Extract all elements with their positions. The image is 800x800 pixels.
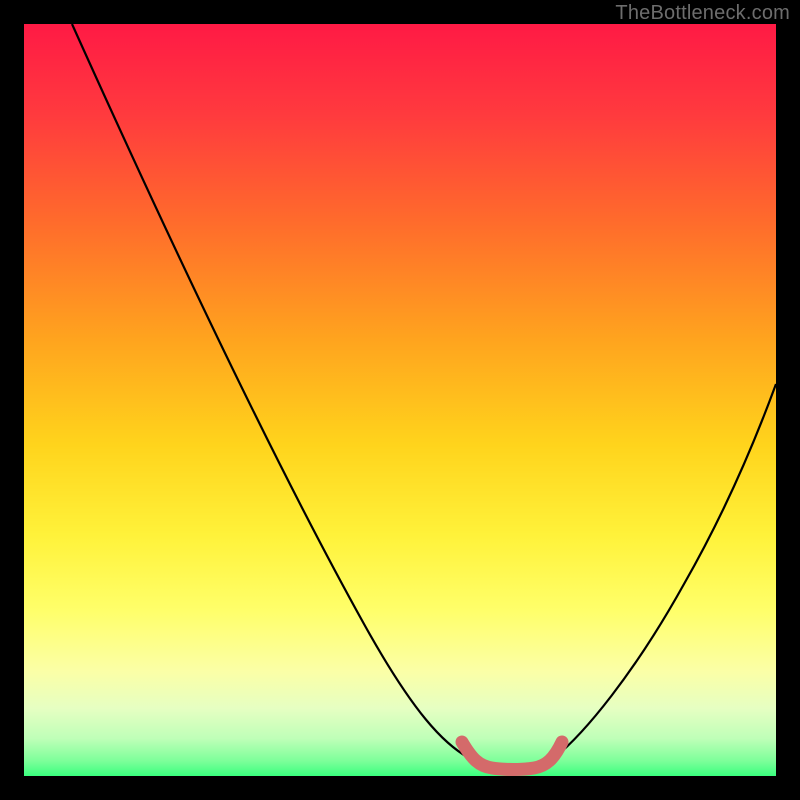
curve-left-arm — [72, 24, 469, 758]
curve-right-arm — [554, 384, 776, 758]
watermark-text: TheBottleneck.com — [615, 2, 790, 25]
minimum-band — [462, 742, 562, 770]
plot-area — [24, 24, 776, 776]
chart-frame: TheBottleneck.com — [0, 0, 800, 800]
bottleneck-curve — [24, 24, 776, 776]
